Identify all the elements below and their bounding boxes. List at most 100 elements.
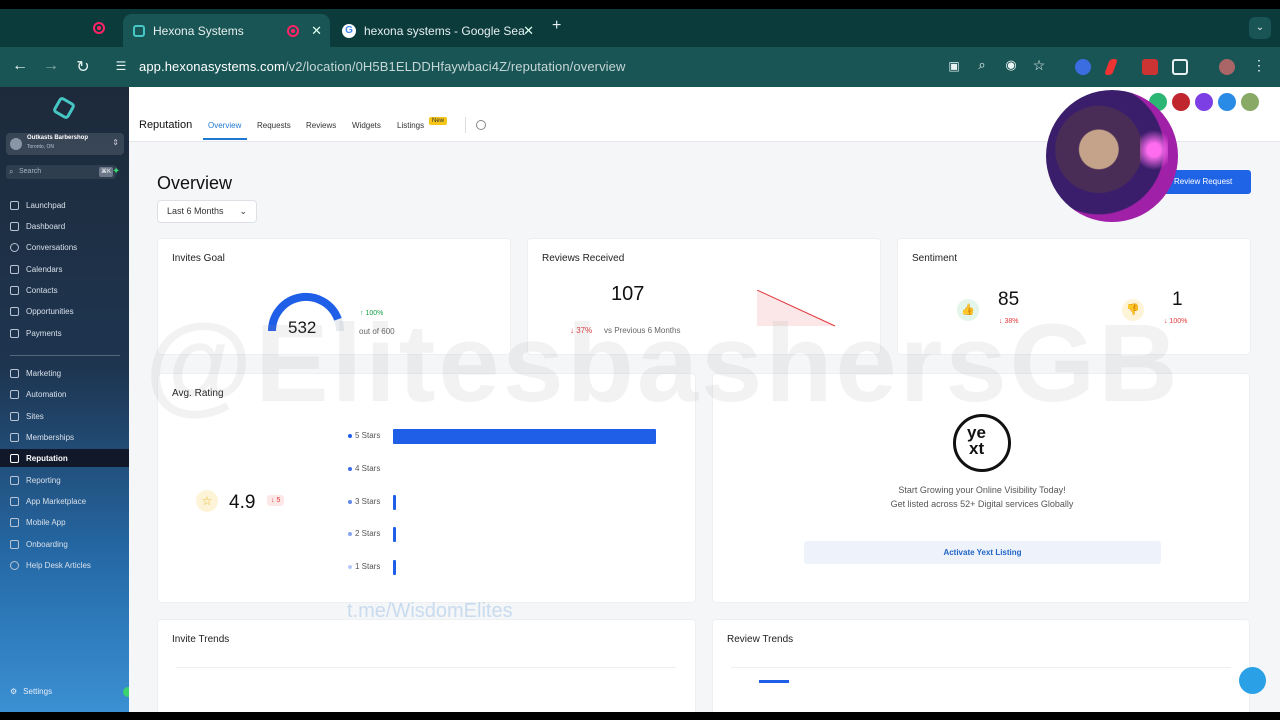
address-bar: ← → ↻ ☰ app.hexonasystems.com/v2/locatio… [0,47,1280,87]
camera-icon[interactable]: ▣ [944,59,964,73]
extension-icon[interactable] [1075,59,1091,75]
telegram-watermark: t.me/WisdomElites [347,600,513,622]
sidebar-item-onboarding[interactable]: Onboarding [0,535,129,553]
sidebar-item-help-desk[interactable]: Help Desk Articles [0,556,129,574]
eye-icon[interactable]: ◉ [1001,57,1021,73]
sidebar-item-settings[interactable]: ⚙ Settings [10,687,52,696]
chevron-updown-icon: ⇕ [112,138,119,147]
quick-add-icon[interactable]: ✦ [112,166,120,177]
yext-headline: Start Growing your Online Visibility Tod… [898,485,1066,495]
header-icons [1149,93,1259,111]
sidebar-item-label: Memberships [26,432,75,442]
close-icon[interactable]: ✕ [523,23,534,39]
sidebar-item-label: Mobile App [26,517,66,527]
card-title: Invite Trends [172,634,230,645]
sidebar-item-launchpad[interactable]: Launchpad [0,196,129,214]
url-host: app.hexonasystems.com [139,59,285,74]
url-field[interactable]: app.hexonasystems.com/v2/location/0H5B1E… [139,59,625,74]
gear-icon[interactable] [476,120,486,130]
help-icon[interactable] [1218,93,1236,111]
sidebar-item-opportunities[interactable]: Opportunities [0,302,129,320]
page-title: Overview [157,173,233,193]
chat-widget-icon[interactable] [1239,667,1266,694]
memberships-icon [10,432,19,442]
tab-listings[interactable]: Listings [397,121,424,130]
search-shortcut: ⌘K [98,167,113,177]
tab-requests[interactable]: Requests [257,121,291,130]
sidebar-item-mobile-app[interactable]: Mobile App [0,513,129,531]
profile-avatar[interactable] [1219,59,1235,75]
date-range-select[interactable]: Last 6 Months ⌄ [157,200,257,223]
account-avatar [10,138,22,150]
tab-google[interactable]: G hexona systems - Google Sea ✕ [332,14,542,47]
sidebar-item-label: Launchpad [26,200,66,210]
activate-yext-button[interactable]: Activate Yext Listing [804,541,1161,564]
megaphone-icon[interactable] [1172,93,1190,111]
rating-change-value: 5 [276,497,281,504]
sidebar-item-payments[interactable]: Payments [0,324,129,342]
sidebar-item-app-marketplace[interactable]: App Marketplace [0,492,129,510]
avg-rating-value: 4.9 [229,492,256,513]
screen: Hexona Systems ✕ G hexona systems - Goog… [0,0,1280,720]
sidebar-item-conversations[interactable]: Conversations [0,238,129,256]
account-name: Outkasts Barbershop [27,135,89,141]
site-info-icon[interactable]: ☰ [111,59,131,73]
extension-badge-icon[interactable] [1142,59,1158,75]
sidebar-item-label: Onboarding [26,539,68,549]
tab-label: Hexona Systems [153,23,244,38]
sidebar-item-label: Payments [26,328,62,338]
sidebar-item-label: Automation [26,389,67,399]
help-icon [10,560,19,570]
sidebar-item-sites[interactable]: Sites [0,407,129,425]
tab-hexona[interactable]: Hexona Systems ✕ [123,14,330,47]
sidebar-item-reputation[interactable]: Reputation [0,449,129,467]
tab-reviews[interactable]: Reviews [306,121,336,130]
sidebar-item-marketing[interactable]: Marketing [0,364,129,382]
close-icon[interactable]: ✕ [311,23,322,39]
rating-row-1: 1 Stars [348,562,380,571]
legend-dot [348,466,352,471]
sidebar-item-memberships[interactable]: Memberships [0,428,129,446]
rating-bar-2 [393,527,396,542]
rating-row-2: 2 Stars [348,529,380,538]
user-avatar[interactable] [1241,93,1259,111]
sidebar-item-automation[interactable]: Automation [0,385,129,403]
rating-row-5: 5 Stars [348,431,380,440]
new-tab-icon[interactable]: + [552,17,561,35]
card-title: Invites Goal [172,253,225,264]
tab-widgets[interactable]: Widgets [352,121,381,130]
sidebar-item-reporting[interactable]: Reporting [0,471,129,489]
sidebar-search-input[interactable]: ⌕ Search ⌘K [6,165,116,179]
bookmark-star-icon[interactable]: ☆ [1029,57,1049,74]
rating-row-4: 4 Stars [348,464,380,473]
reload-icon[interactable]: ↻ [73,57,93,77]
rating-row-label: 3 Stars [355,497,381,506]
letterbox-top [0,0,1280,9]
payments-icon [10,328,19,338]
extensions-puzzle-icon[interactable] [1172,59,1188,75]
sidebar-item-label: Reporting [26,475,61,485]
extension-pen-icon[interactable] [1104,59,1118,75]
account-switcher[interactable]: Outkasts Barbershop Toronto, ON ⇕ [6,133,124,155]
chat-icon [10,242,19,252]
tab-search-icon[interactable]: ⌄ [1249,17,1271,39]
sidebar-item-calendars[interactable]: Calendars [0,260,129,278]
rating-row-label: 1 Stars [355,562,381,571]
chart-gridline [731,667,1231,668]
bell-icon[interactable] [1195,93,1213,111]
back-icon[interactable]: ← [10,57,30,75]
sidebar: Outkasts Barbershop Toronto, ON ⇕ ⌕ Sear… [0,87,133,712]
sidebar-item-label: Marketing [26,368,62,378]
launchpad-icon [10,200,19,210]
onboarding-icon [10,539,19,549]
tab-overview[interactable]: Overview [208,121,241,130]
menu-kebab-icon[interactable]: ⋮ [1249,57,1269,74]
zoom-icon[interactable]: ⌕ [972,57,992,73]
sidebar-item-contacts[interactable]: Contacts [0,281,129,299]
sidebar-item-label: Conversations [26,242,78,252]
sidebar-item-dashboard[interactable]: Dashboard [0,217,129,235]
opportunities-icon [10,306,19,316]
forward-icon[interactable]: → [41,57,61,75]
rating-bar-1 [393,560,396,575]
sites-icon [10,411,19,421]
